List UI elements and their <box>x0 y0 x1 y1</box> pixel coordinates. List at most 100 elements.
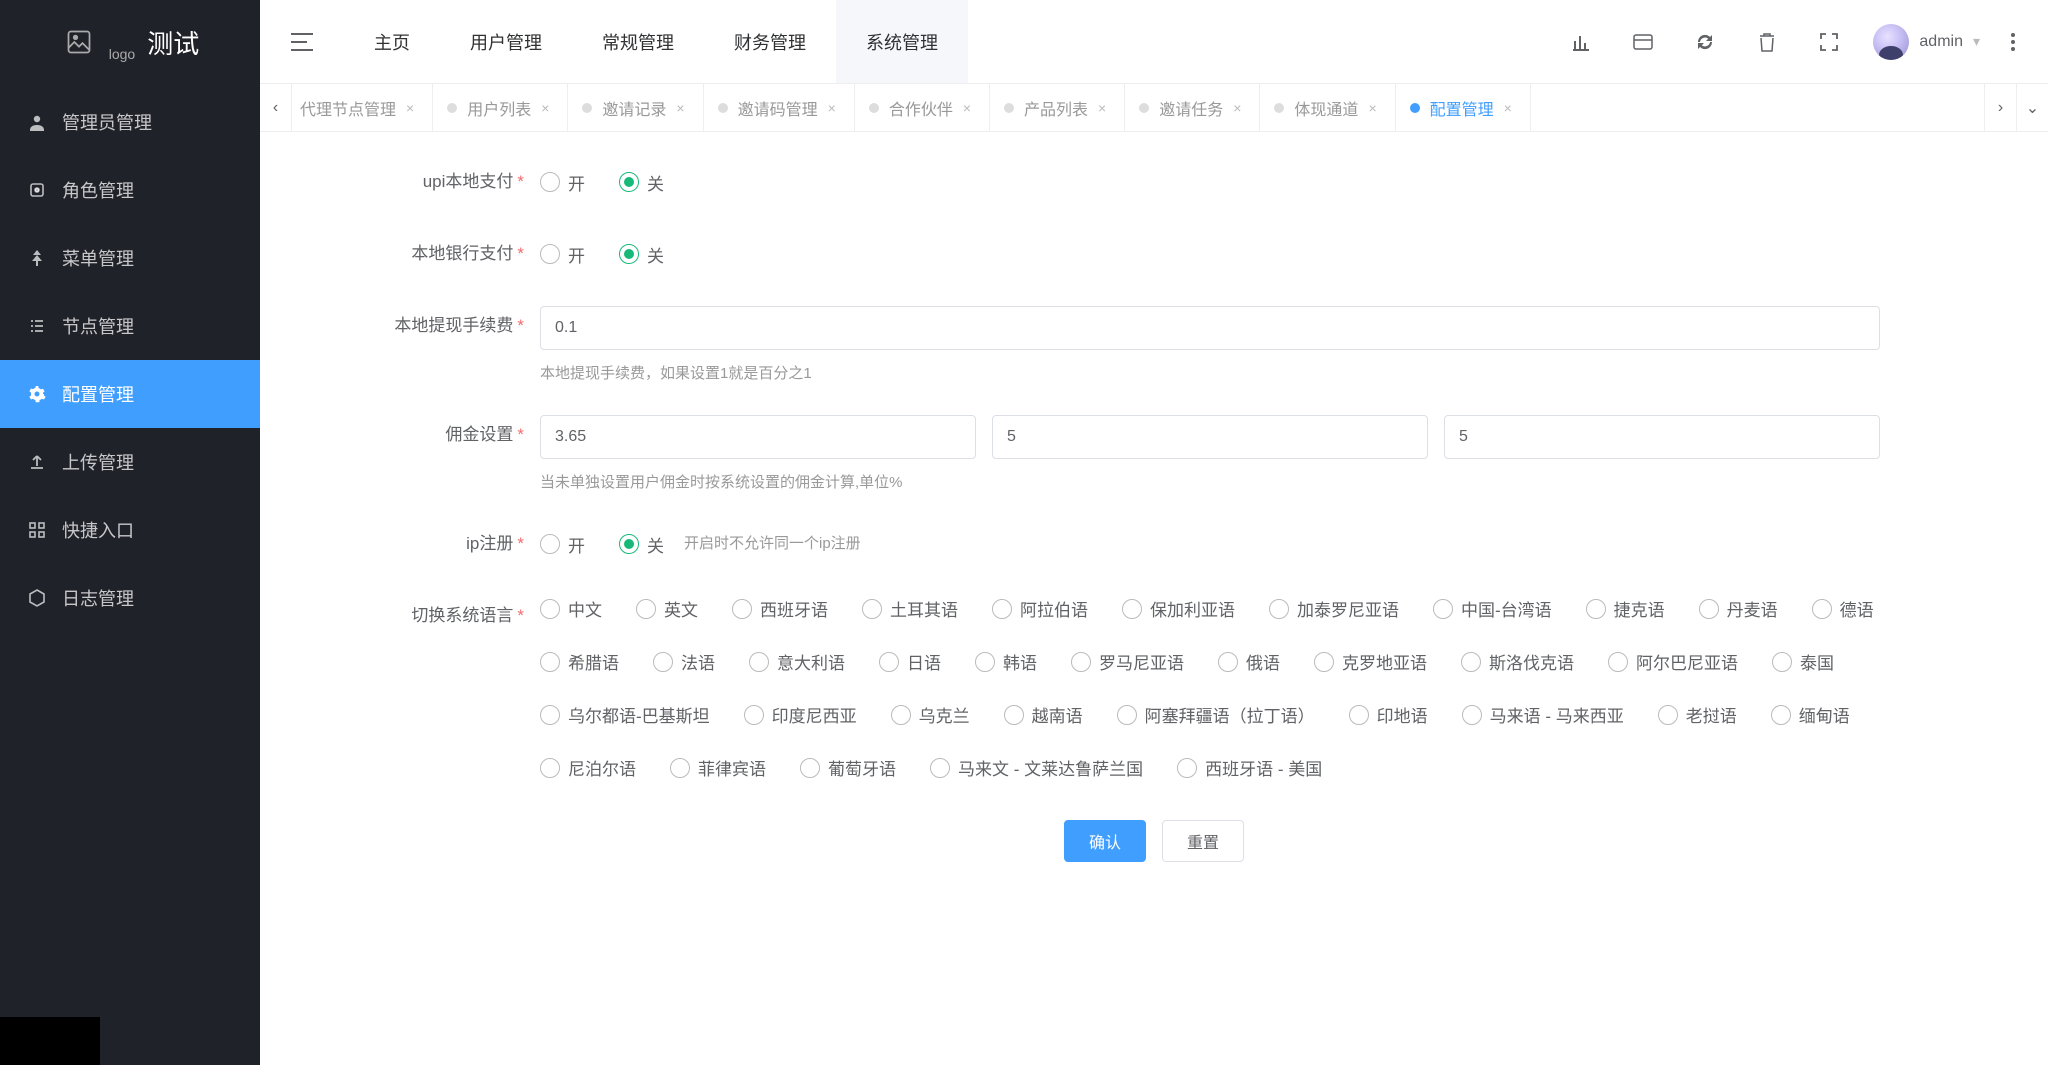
radio-lang-26[interactable]: 阿塞拜疆语（拉丁语） <box>1117 702 1315 727</box>
radio-lang-14[interactable]: 日语 <box>879 649 941 674</box>
collapse-sidebar-button[interactable] <box>260 0 344 83</box>
radio-label: 越南语 <box>1032 702 1083 727</box>
nav-tab-0[interactable]: 主页 <box>344 0 440 83</box>
page-tab-1[interactable]: 用户列表 × <box>433 84 568 131</box>
radio-lang-28[interactable]: 马来语 - 马来西亚 <box>1462 702 1624 727</box>
radio-lang-20[interactable]: 阿尔巴尼亚语 <box>1608 649 1738 674</box>
user-menu[interactable]: admin ▾ <box>1865 24 1988 60</box>
page-tab-6[interactable]: 邀请任务× <box>1125 84 1260 131</box>
radio-ip-off[interactable]: 关 <box>619 532 664 557</box>
close-icon[interactable]: × <box>1098 100 1106 116</box>
radio-lang-0[interactable]: 中文 <box>540 596 602 621</box>
sidebar-item-0[interactable]: 管理员管理 <box>0 88 260 156</box>
close-icon[interactable]: × <box>1504 100 1512 116</box>
input-withdraw-fee[interactable] <box>540 306 1880 350</box>
refresh-icon[interactable] <box>1679 0 1731 84</box>
radio-lang-25[interactable]: 越南语 <box>1004 702 1083 727</box>
radio-lang-23[interactable]: 印度尼西亚 <box>744 702 857 727</box>
close-icon[interactable]: × <box>828 100 836 116</box>
reset-button[interactable]: 重置 <box>1162 820 1244 862</box>
nav-tab-2[interactable]: 常规管理 <box>572 0 704 83</box>
page-tab-4[interactable]: 合作伙伴× <box>855 84 990 131</box>
nav-tab-4[interactable]: 系统管理 <box>836 0 968 83</box>
tabs-scroll-right[interactable]: › <box>1984 84 2016 131</box>
user-icon <box>28 113 48 131</box>
radio-lang-3[interactable]: 土耳其语 <box>862 596 958 621</box>
sidebar: logo 测试 管理员管理角色管理菜单管理节点管理配置管理上传管理快捷入口日志管… <box>0 0 260 1065</box>
radio-lang-24[interactable]: 乌克兰 <box>891 702 970 727</box>
radio-lang-4[interactable]: 阿拉伯语 <box>992 596 1088 621</box>
sidebar-item-4[interactable]: 配置管理 <box>0 360 260 428</box>
tabs-scroll-left[interactable]: ‹ <box>260 84 292 131</box>
radio-lang-27[interactable]: 印地语 <box>1349 702 1428 727</box>
radio-lang-22[interactable]: 乌尔都语-巴基斯坦 <box>540 702 710 727</box>
radio-upi-off[interactable]: 关 <box>619 170 664 195</box>
radio-lang-8[interactable]: 捷克语 <box>1586 596 1665 621</box>
page-tab-5[interactable]: 产品列表× <box>990 84 1125 131</box>
radio-lang-12[interactable]: 法语 <box>653 649 715 674</box>
nav-tab-3[interactable]: 财务管理 <box>704 0 836 83</box>
radio-lang-19[interactable]: 斯洛伐克语 <box>1461 649 1574 674</box>
close-icon[interactable]: × <box>1368 100 1376 116</box>
radio-lang-29[interactable]: 老挝语 <box>1658 702 1737 727</box>
fullscreen-icon[interactable] <box>1803 0 1855 84</box>
input-commission-1[interactable] <box>540 415 976 459</box>
radio-lang-7[interactable]: 中国-台湾语 <box>1433 596 1552 621</box>
radio-lang-18[interactable]: 克罗地亚语 <box>1314 649 1427 674</box>
sidebar-item-3[interactable]: 节点管理 <box>0 292 260 360</box>
sidebar-item-6[interactable]: 快捷入口 <box>0 496 260 564</box>
input-commission-2[interactable] <box>992 415 1428 459</box>
close-icon[interactable]: × <box>963 100 971 116</box>
radio-label: 西班牙语 - 美国 <box>1205 755 1322 780</box>
page-tab-7[interactable]: 体现通道× <box>1260 84 1395 131</box>
help-ip-register: 开启时不允许同一个ip注册 <box>684 524 861 564</box>
page-tab-2[interactable]: 邀请记录× <box>568 84 703 131</box>
radio-lang-6[interactable]: 加泰罗尼亚语 <box>1269 596 1399 621</box>
sidebar-menu: 管理员管理角色管理菜单管理节点管理配置管理上传管理快捷入口日志管理 <box>0 84 260 632</box>
radio-ip-on[interactable]: 开 <box>540 532 585 557</box>
radio-lang-33[interactable]: 葡萄牙语 <box>800 755 896 780</box>
chart-icon[interactable] <box>1555 0 1607 84</box>
radio-lang-30[interactable]: 缅甸语 <box>1771 702 1850 727</box>
close-icon[interactable]: × <box>541 100 549 116</box>
radio-lang-15[interactable]: 韩语 <box>975 649 1037 674</box>
radio-upi-on[interactable]: 开 <box>540 170 585 195</box>
radio-lang-34[interactable]: 马来文 - 文莱达鲁萨兰国 <box>930 755 1143 780</box>
close-icon[interactable]: × <box>1233 100 1241 116</box>
page-tab-3[interactable]: 邀请码管理× <box>704 84 855 131</box>
trash-icon[interactable] <box>1741 0 1793 84</box>
row-upi-local-pay: upi本地支付* 开 关 <box>300 162 2008 202</box>
nav-tab-1[interactable]: 用户管理 <box>440 0 572 83</box>
radio-label: 泰国 <box>1800 649 1834 674</box>
sidebar-item-2[interactable]: 菜单管理 <box>0 224 260 292</box>
sidebar-item-1[interactable]: 角色管理 <box>0 156 260 224</box>
radio-lang-5[interactable]: 保加利亚语 <box>1122 596 1235 621</box>
radio-lang-2[interactable]: 西班牙语 <box>732 596 828 621</box>
submit-button[interactable]: 确认 <box>1064 820 1146 862</box>
radio-bank-off[interactable]: 关 <box>619 242 664 267</box>
sidebar-item-7[interactable]: 日志管理 <box>0 564 260 632</box>
radio-lang-35[interactable]: 西班牙语 - 美国 <box>1177 755 1322 780</box>
radio-lang-32[interactable]: 菲律宾语 <box>670 755 766 780</box>
radio-lang-11[interactable]: 希腊语 <box>540 649 619 674</box>
radio-lang-17[interactable]: 俄语 <box>1218 649 1280 674</box>
card-icon[interactable] <box>1617 0 1669 84</box>
sidebar-item-5[interactable]: 上传管理 <box>0 428 260 496</box>
more-icon[interactable] <box>1998 0 2028 84</box>
close-icon[interactable]: × <box>406 100 414 116</box>
page-tab-label: 用户列表 <box>467 96 531 120</box>
radio-lang-21[interactable]: 泰国 <box>1772 649 1834 674</box>
input-commission-3[interactable] <box>1444 415 1880 459</box>
radio-label: 德语 <box>1840 596 1874 621</box>
radio-lang-10[interactable]: 德语 <box>1812 596 1874 621</box>
radio-lang-16[interactable]: 罗马尼亚语 <box>1071 649 1184 674</box>
page-tab-0[interactable]: 代理节点管理× <box>292 84 433 131</box>
radio-bank-on[interactable]: 开 <box>540 242 585 267</box>
page-tab-8[interactable]: 配置管理× <box>1396 84 1531 131</box>
tabs-dropdown[interactable]: ⌄ <box>2016 84 2048 131</box>
radio-lang-1[interactable]: 英文 <box>636 596 698 621</box>
radio-lang-13[interactable]: 意大利语 <box>749 649 845 674</box>
close-icon[interactable]: × <box>676 100 684 116</box>
radio-lang-9[interactable]: 丹麦语 <box>1699 596 1778 621</box>
radio-lang-31[interactable]: 尼泊尔语 <box>540 755 636 780</box>
